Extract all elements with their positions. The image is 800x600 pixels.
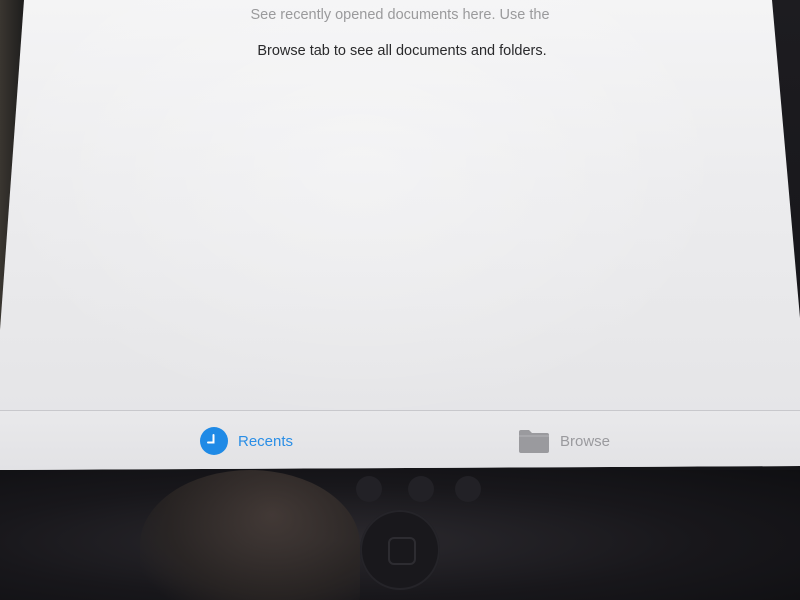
folder-icon [518,427,550,455]
bezel-reflection [408,476,434,502]
tab-recents[interactable]: Recents [200,427,293,455]
empty-state-line-1: See recently opened documents here. Use … [250,7,550,23]
bezel-reflection [455,476,481,502]
home-button-icon [388,537,416,565]
empty-state-line-2: Browse tab to see all documents and fold… [257,43,547,59]
tab-bar: Recents Browse [0,410,800,470]
empty-state-message: See recently opened documents here. Use … [0,0,800,78]
tab-label-browse: Browse [560,432,611,450]
photo-frame: See recently opened documents here. Use … [0,0,800,600]
clock-icon [200,427,228,455]
tab-label-recents: Recents [238,432,294,450]
ipad-screen: See recently opened documents here. Use … [0,0,800,470]
tab-browse[interactable]: Browse [518,427,610,455]
bezel-reflection [356,476,382,502]
